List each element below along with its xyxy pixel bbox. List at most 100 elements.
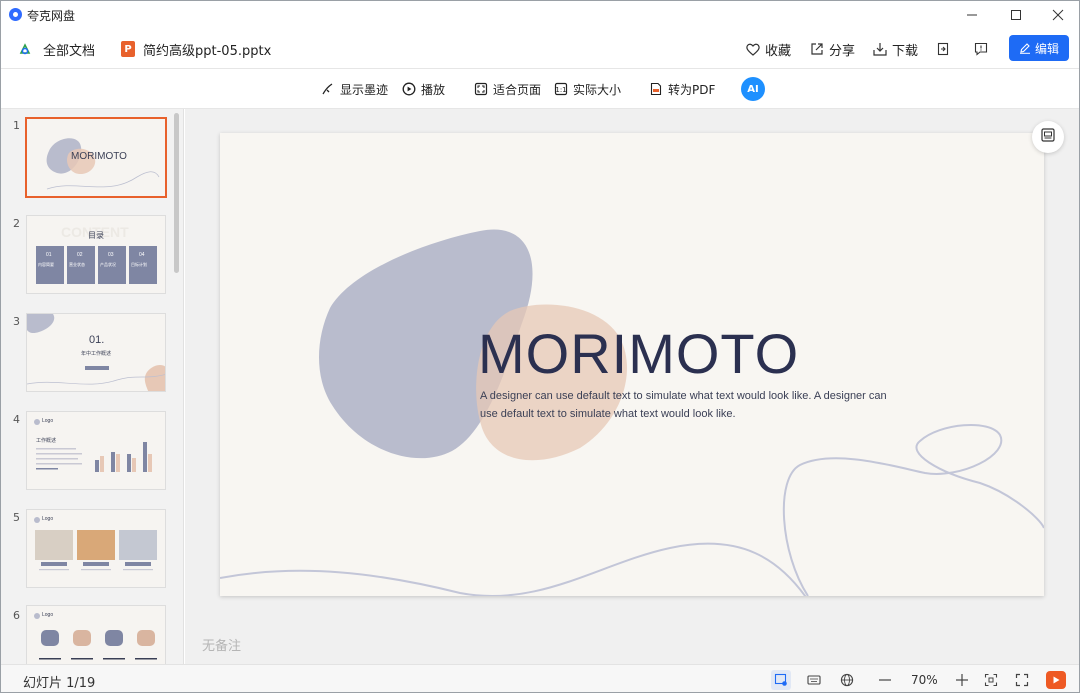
file-header: 全部文档 P 简约高级ppt-05.pptx 收藏 分享 下载 编辑: [1, 29, 1079, 69]
thumbnail-number: 1: [13, 119, 20, 132]
keyboard-icon: [807, 675, 821, 685]
zoom-in-button[interactable]: [952, 670, 972, 690]
slide-thumbnail-1[interactable]: MORIMOTO: [25, 117, 167, 198]
thumb-3-number: 01.: [89, 334, 105, 346]
feedback-icon: [973, 41, 989, 57]
file-name: 简约高级ppt-05.pptx: [143, 43, 272, 59]
slide-title: MORIMOTO: [478, 322, 800, 385]
slide-body-text: A designer can use default text to simul…: [480, 390, 887, 420]
slide-thumbnail-5[interactable]: Logo: [26, 509, 166, 588]
download-label: 下载: [892, 43, 919, 59]
svg-text:1:1: 1:1: [555, 86, 566, 94]
normal-view-button[interactable]: [771, 670, 791, 690]
thumbnail-number: 3: [13, 315, 20, 328]
current-slide: MORIMOTO A designer can use default text…: [220, 133, 1044, 596]
thumbnail-scrollbar[interactable]: [174, 113, 179, 273]
open-file-icon: [935, 41, 951, 57]
minimize-icon: [967, 14, 977, 16]
edit-label: 编辑: [1034, 41, 1059, 56]
favorite-label: 收藏: [765, 43, 792, 59]
heart-icon: [745, 41, 761, 57]
pdf-icon: [649, 82, 663, 96]
download-button[interactable]: 下载: [872, 29, 918, 69]
thumb-6-logo: Logo: [42, 612, 54, 618]
slide-thumbnail-2[interactable]: CONTENT 目录 01 内容简要 02 营业状态 03 产品状况 04 目标…: [26, 215, 166, 294]
slide-panel-toggle-button[interactable]: [1032, 121, 1064, 153]
zoom-level: 70%: [911, 673, 938, 687]
convert-pdf-label: 转为PDF: [668, 82, 716, 97]
fit-page-label: 适合页面: [493, 82, 542, 97]
all-documents-link[interactable]: 全部文档: [17, 29, 95, 69]
thumbnail-number: 2: [13, 217, 20, 230]
minimize-button[interactable]: [949, 1, 995, 29]
play-circle-icon: [402, 82, 416, 96]
feedback-button[interactable]: [973, 29, 993, 69]
cloud-icon: [17, 41, 33, 57]
actual-size-label: 实际大小: [573, 82, 622, 97]
close-button[interactable]: [1035, 1, 1079, 29]
file-name-area: P 简约高级ppt-05.pptx: [121, 29, 271, 69]
viewer-toolbar: 显示墨迹 播放 适合页面 1:1 实际大小 转为PDF: [1, 69, 1079, 109]
thumb-5-logo: Logo: [42, 516, 54, 522]
maximize-button[interactable]: [993, 1, 1039, 29]
app-name: 夸克网盘: [27, 9, 76, 23]
status-bar: 幻灯片 1/19 70%: [1, 664, 1079, 692]
thumb-2-card: 02 营业状态: [67, 246, 95, 284]
pptx-file-icon: P: [121, 41, 135, 57]
speaker-notes[interactable]: 无备注: [202, 635, 241, 654]
fullscreen-icon: [1015, 673, 1029, 687]
thumbnail-number: 6: [13, 609, 20, 622]
show-ink-button[interactable]: 显示墨迹: [321, 69, 388, 109]
fit-screen-button[interactable]: [981, 670, 1001, 690]
thumb-4-logo: Logo: [42, 418, 54, 424]
slide-thumbnail-4[interactable]: Logo 工作概述: [26, 411, 166, 490]
thumbnail-number: 4: [13, 413, 20, 426]
play-button[interactable]: 播放: [402, 69, 445, 109]
zoom-out-button[interactable]: [875, 670, 895, 690]
play-icon: [1053, 676, 1060, 684]
thumb-3-subtitle: 年中工作概述: [81, 351, 112, 357]
ai-assistant-button[interactable]: AI: [741, 77, 765, 101]
play-label: 播放: [421, 82, 446, 97]
share-button[interactable]: 分享: [809, 29, 855, 69]
actual-size-icon: 1:1: [554, 82, 568, 96]
slideshow-play-button[interactable]: [1046, 671, 1066, 689]
thumb-2-card: 03 产品状况: [98, 246, 126, 284]
plus-icon: [956, 674, 968, 686]
normal-view-icon: [774, 673, 787, 686]
maximize-icon: [1011, 10, 1021, 20]
thumb-2-card: 01 内容简要: [36, 246, 64, 284]
slide-thumbnail-3[interactable]: 01. 年中工作概述: [26, 313, 166, 392]
thumb-1-title: MORIMOTO: [71, 151, 127, 162]
show-ink-label: 显示墨迹: [340, 82, 389, 97]
ink-pen-icon: [321, 82, 335, 96]
close-icon: [1052, 9, 1064, 21]
app-window: 夸克网盘 全部文档 P 简约高级ppt-05.pptx 收藏 分享 下载 编辑 …: [0, 0, 1080, 693]
slide-counter: 幻灯片 1/19: [23, 676, 96, 691]
favorite-button[interactable]: 收藏: [745, 29, 791, 69]
open-external-button[interactable]: [935, 29, 955, 69]
title-bar: 夸克网盘: [1, 1, 1079, 29]
edit-button[interactable]: 编辑: [1009, 35, 1069, 61]
thumb-2-card: 04 目标计划: [129, 246, 157, 284]
fit-page-icon: [474, 82, 488, 96]
convert-pdf-button[interactable]: 转为PDF: [649, 69, 715, 109]
share-label: 分享: [829, 43, 856, 59]
fit-screen-icon: [984, 673, 998, 687]
fullscreen-button[interactable]: [1012, 670, 1032, 690]
pencil-icon: [1019, 42, 1031, 54]
globe-icon: [840, 673, 854, 687]
app-logo-icon: [9, 8, 22, 21]
all-documents-label: 全部文档: [43, 43, 96, 59]
thumb-4-heading: 工作概述: [36, 438, 57, 444]
actual-size-button[interactable]: 1:1 实际大小: [554, 69, 621, 109]
web-view-button[interactable]: [837, 670, 857, 690]
fit-page-button[interactable]: 适合页面: [474, 69, 541, 109]
notes-panel-icon: [1040, 127, 1056, 147]
thumb-2-title: 目录: [88, 231, 104, 240]
slide-thumbnail-6[interactable]: Logo: [26, 605, 166, 664]
ai-icon: AI: [747, 83, 759, 95]
notes-view-button[interactable]: [804, 670, 824, 690]
share-icon: [809, 41, 825, 57]
thumbnail-number: 5: [13, 511, 20, 524]
